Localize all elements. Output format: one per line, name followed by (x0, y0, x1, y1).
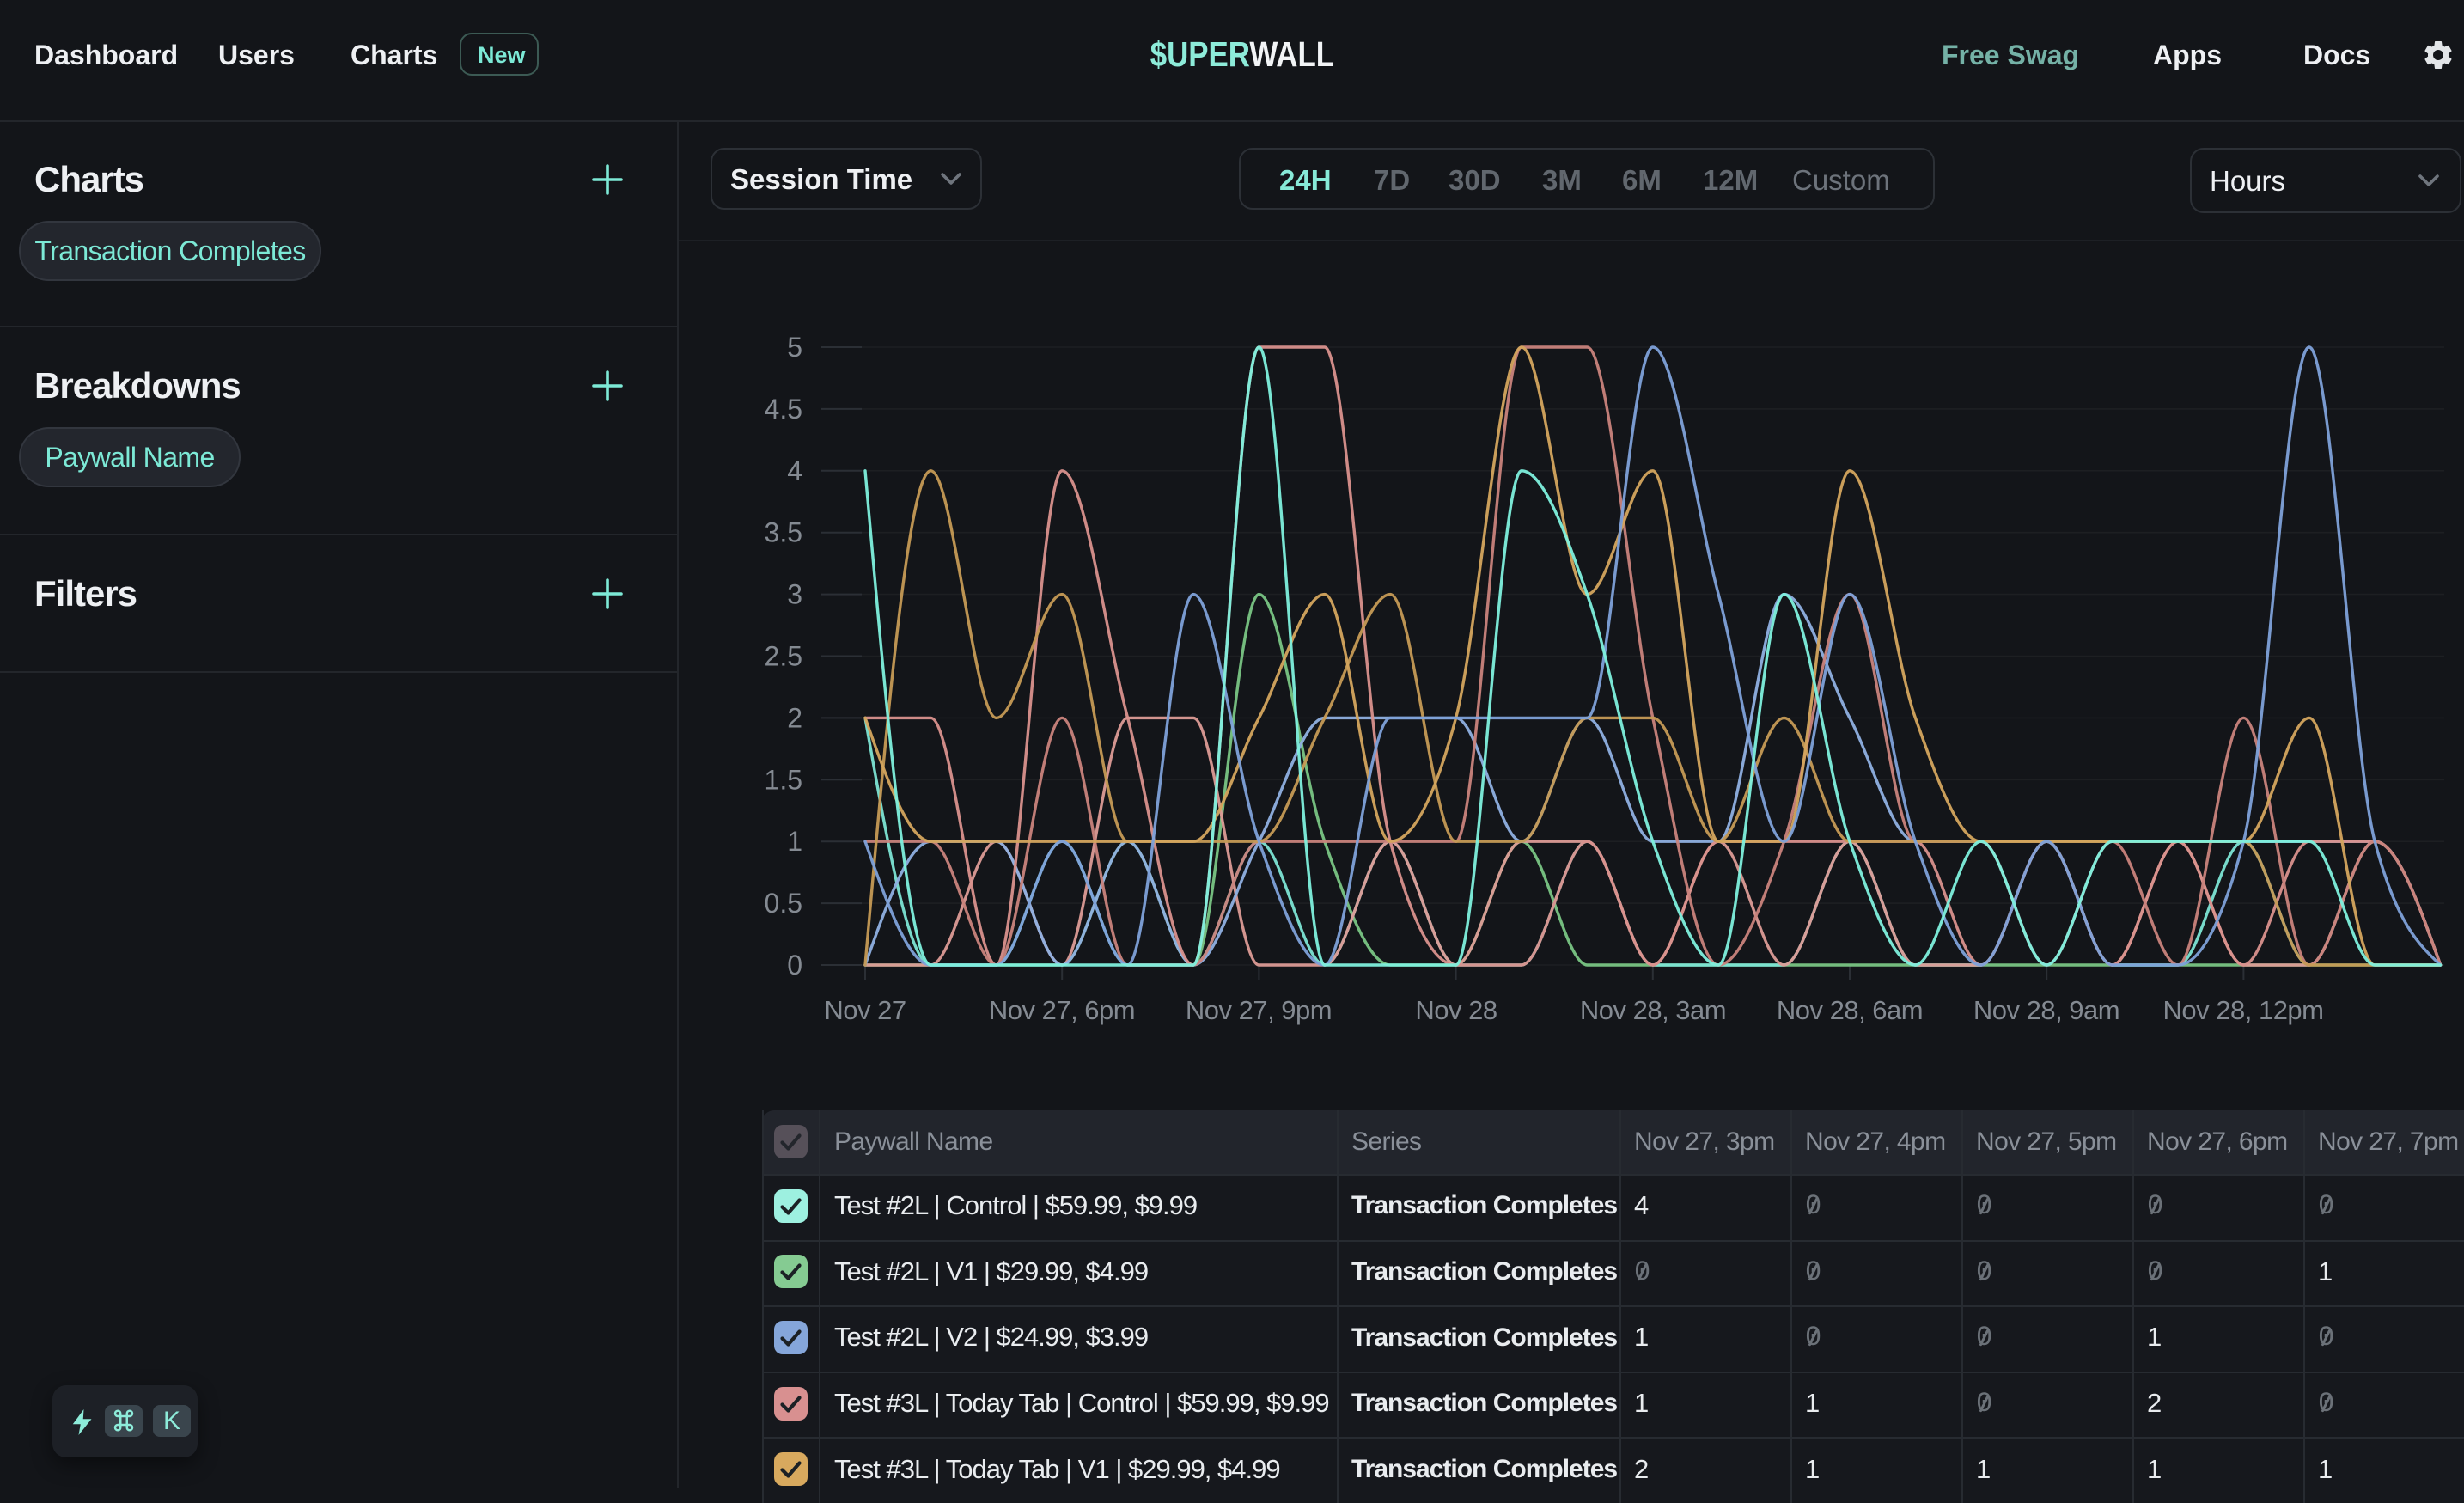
svg-text:4.5: 4.5 (765, 394, 802, 425)
svg-text:3.5: 3.5 (765, 517, 802, 548)
svg-text:Nov 28, 6am: Nov 28, 6am (1777, 995, 1923, 1025)
svg-text:Nov 28, 12pm: Nov 28, 12pm (2163, 995, 2324, 1025)
svg-text:2.5: 2.5 (765, 641, 802, 672)
svg-text:Nov 28: Nov 28 (1415, 995, 1497, 1025)
svg-text:Nov 27, 6pm: Nov 27, 6pm (989, 995, 1135, 1025)
svg-text:4: 4 (787, 455, 802, 486)
svg-text:0: 0 (787, 950, 802, 981)
svg-text:0.5: 0.5 (765, 888, 802, 919)
svg-text:Nov 28, 9am: Nov 28, 9am (1973, 995, 2119, 1025)
svg-text:5: 5 (787, 332, 802, 363)
svg-text:Nov 27, 9pm: Nov 27, 9pm (1186, 995, 1332, 1025)
svg-text:3: 3 (787, 579, 802, 610)
svg-text:2: 2 (787, 702, 802, 733)
svg-text:Nov 28, 3am: Nov 28, 3am (1580, 995, 1726, 1025)
svg-text:Nov 27: Nov 27 (824, 995, 906, 1025)
svg-text:1.5: 1.5 (765, 764, 802, 795)
svg-text:1: 1 (787, 826, 802, 857)
